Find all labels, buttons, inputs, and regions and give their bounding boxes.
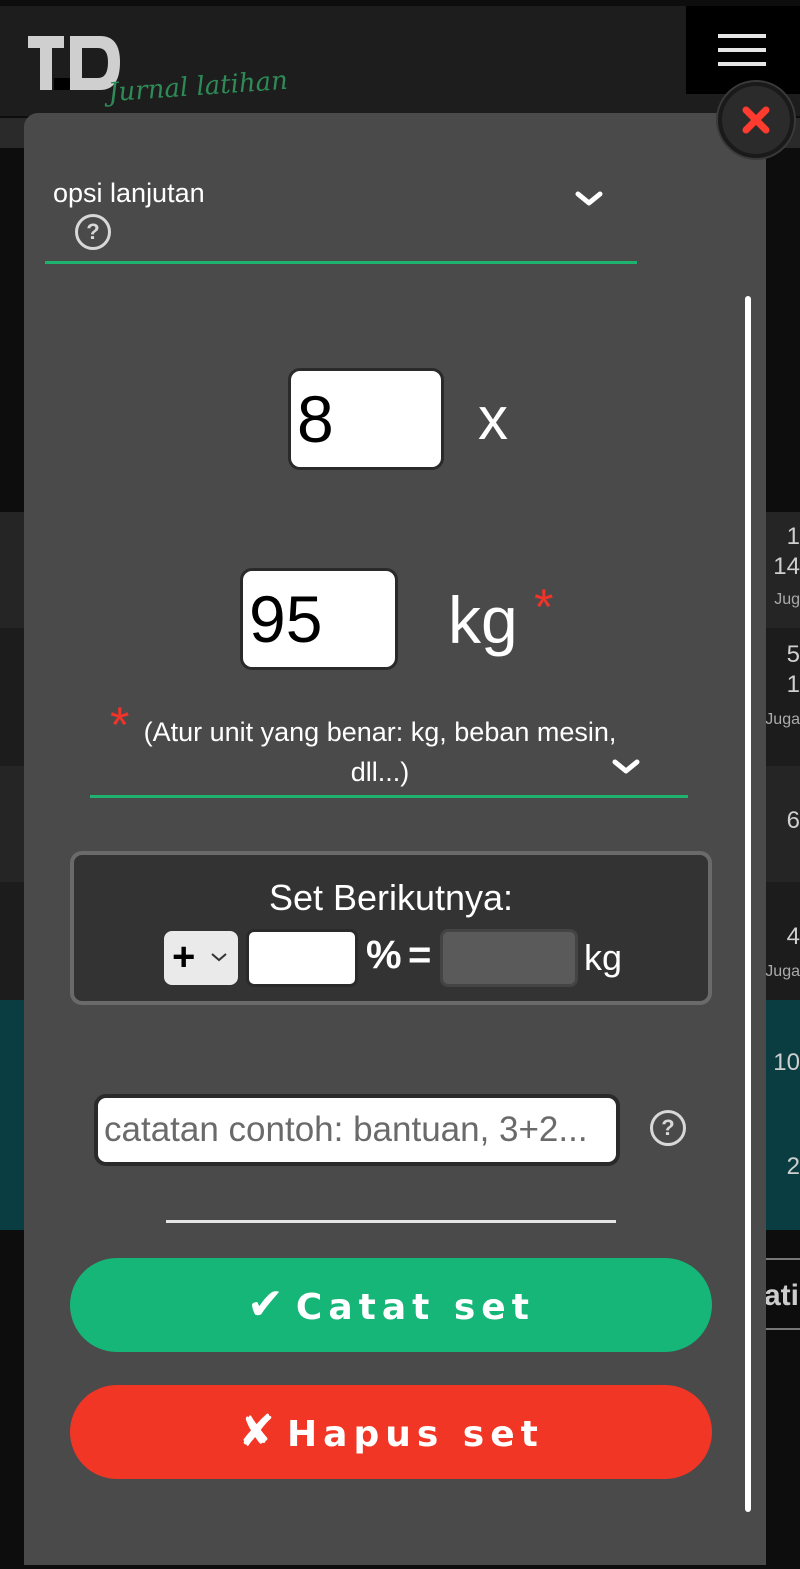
reps-unit-label: x [478,385,508,452]
note-input[interactable]: catatan contoh: bantuan, 3+2... [94,1094,620,1166]
chevron-down-icon [575,191,603,206]
advanced-options-dropdown[interactable]: opsi lanjutan [45,178,637,264]
log-set-button[interactable]: ✔ Catat set [70,1258,712,1352]
question-circle-icon[interactable]: ? [650,1110,686,1146]
hamburger-menu-button[interactable] [686,6,800,94]
percent-sign: % [366,933,402,977]
delete-set-button[interactable]: ✘ Hapus set [70,1385,712,1479]
unit-select[interactable]: (Atur unit yang benar: kg, beban mesin, … [90,700,688,798]
menu-bar-icon [718,62,766,66]
log-set-label: Catat set [295,1287,535,1328]
close-modal-button[interactable] [718,82,794,158]
weight-unit-label: kg [448,583,518,657]
modal-scrollbar[interactable] [745,296,751,1512]
background-tab: ati [764,1258,800,1330]
app-header: Jurnal latihan [0,6,800,116]
delete-set-label: Hapus set [287,1414,544,1455]
menu-bar-icon [718,34,766,38]
app-subtitle: Jurnal latihan [107,65,289,109]
divider [166,1220,616,1223]
next-set-title: Set Berikutnya: [268,877,514,918]
percent-input[interactable] [246,929,358,987]
required-mark: * [110,697,130,753]
close-icon [742,106,770,134]
next-set-panel: Set Berikutnya: + % = kg [70,851,712,1005]
menu-bar-icon [718,48,766,52]
operator-value: + [172,935,196,979]
operator-select[interactable]: + [164,931,238,985]
question-circle-icon[interactable]: ? [75,214,111,250]
cross-icon: ✘ [238,1406,276,1457]
equals-sign: = [408,933,432,977]
advanced-options-label: opsi lanjutan [53,178,205,208]
chevron-down-icon [612,759,640,774]
reps-input[interactable]: 8 [288,368,444,470]
checkmark-icon: ✔ [247,1279,284,1330]
result-weight-field [440,929,578,987]
weight-input[interactable]: 95 [240,568,398,670]
required-mark: * [534,579,554,635]
result-unit-label: kg [584,937,623,978]
chevron-down-icon [211,953,227,962]
unit-note: (Atur unit yang benar: kg, beban mesin, … [143,717,617,787]
